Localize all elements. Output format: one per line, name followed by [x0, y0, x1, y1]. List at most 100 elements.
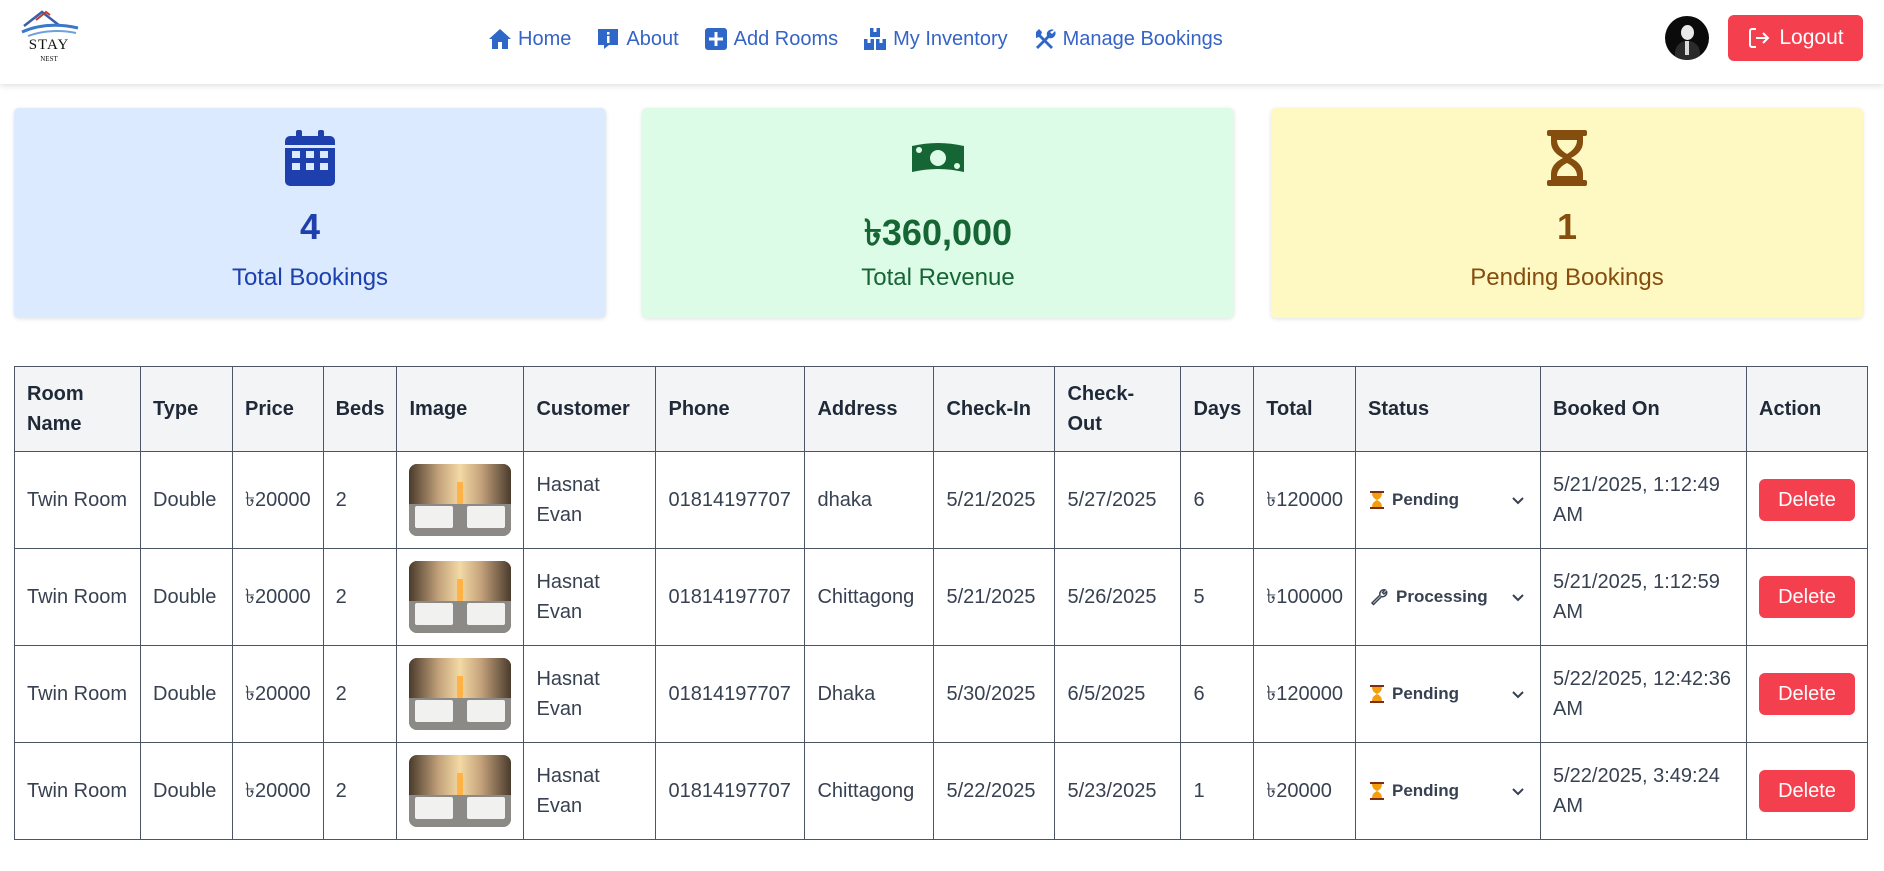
cell-status: Pending	[1355, 645, 1541, 743]
chevron-down-icon	[1512, 497, 1524, 505]
cell-room-name: Twin Room	[14, 548, 141, 646]
total-revenue-card: ৳360,000 Total Revenue	[642, 108, 1234, 318]
status-label: Pending	[1392, 684, 1460, 703]
cell-total: ৳100000	[1253, 548, 1356, 646]
cell-customer: Hasnat Evan	[523, 451, 657, 549]
header-address: Address	[804, 366, 935, 452]
nav-manage-bookings-label: Manage Bookings	[1062, 27, 1223, 50]
status-select[interactable]: Pending	[1368, 679, 1526, 709]
cell-action: Delete	[1746, 645, 1868, 743]
nav-home[interactable]: Home	[488, 27, 571, 51]
cell-room-name: Twin Room	[14, 645, 141, 743]
cell-phone: 01814197707	[655, 742, 806, 840]
pending-bookings-label: Pending Bookings	[1470, 264, 1664, 291]
nav-add-rooms-label: Add Rooms	[733, 27, 839, 50]
status-label: Processing	[1396, 587, 1488, 606]
cell-check-out: 6/5/2025	[1054, 645, 1182, 743]
cell-booked-on: 5/22/2025, 3:49:24 AM	[1540, 742, 1747, 840]
logout-label: Logout	[1779, 26, 1844, 49]
nav-manage-bookings[interactable]: Manage Bookings	[1033, 27, 1223, 51]
header-days: Days	[1180, 366, 1255, 452]
tools-icon	[1035, 29, 1056, 49]
total-bookings-label: Total Bookings	[231, 264, 389, 291]
nav-my-inventory[interactable]: My Inventory	[863, 27, 1008, 51]
header-action: Action	[1746, 366, 1868, 452]
cell-phone: 01814197707	[655, 645, 806, 743]
cell-phone: 01814197707	[655, 548, 806, 646]
cell-check-in: 5/22/2025	[933, 742, 1056, 840]
delete-button[interactable]: Delete	[1759, 673, 1855, 715]
chevron-down-icon	[1512, 691, 1524, 699]
status-label: Pending	[1392, 490, 1460, 509]
cell-status: Processing	[1355, 548, 1541, 646]
cell-total: ৳20000	[1253, 742, 1356, 840]
status-select[interactable]: Pending	[1368, 485, 1526, 515]
cell-price: ৳20000	[232, 742, 324, 840]
nav-about[interactable]: About	[596, 27, 679, 51]
delete-button[interactable]: Delete	[1759, 479, 1855, 521]
header-total: Total	[1253, 366, 1356, 452]
cell-days: 6	[1180, 451, 1255, 549]
stay-nest-logo[interactable]: STAY NEST	[14, 6, 84, 68]
nav-links: Home About Add Rooms My Inventory Manage…	[488, 24, 1223, 54]
logo-subtext: NEST	[40, 55, 58, 63]
cell-price: ৳20000	[232, 451, 324, 549]
cell-address: dhaka	[804, 451, 935, 549]
status-select[interactable]: Pending	[1368, 776, 1526, 806]
header-price: Price	[232, 366, 324, 452]
pending-bookings-value: 1	[1556, 206, 1578, 247]
cell-image	[396, 645, 525, 743]
header-phone: Phone	[655, 366, 806, 452]
home-icon	[489, 29, 511, 49]
header-image: Image	[396, 366, 525, 452]
status-select[interactable]: Processing	[1368, 582, 1526, 612]
pending-bookings-card: 1 Pending Bookings	[1271, 108, 1863, 318]
header-type: Type	[140, 366, 233, 452]
table-header-row: Room Name Type Price Beds Image Customer…	[14, 366, 1868, 452]
table-row: Twin Room Double ৳20000 2 Hasnat Evan 01…	[14, 742, 1868, 840]
table-row: Twin Room Double ৳20000 2 Hasnat Evan 01…	[14, 645, 1868, 743]
header-room-name: Room Name	[14, 366, 141, 452]
header-booked-on: Booked On	[1540, 366, 1747, 452]
user-avatar[interactable]	[1665, 16, 1709, 60]
cell-beds: 2	[322, 645, 398, 743]
delete-button[interactable]: Delete	[1759, 576, 1855, 618]
total-revenue-label: Total Revenue	[861, 264, 1015, 291]
money-icon	[642, 130, 1234, 186]
nav-add-rooms[interactable]: Add Rooms	[704, 27, 839, 51]
cell-total: ৳120000	[1253, 451, 1356, 549]
cell-room-name: Twin Room	[14, 742, 141, 840]
cell-customer: Hasnat Evan	[523, 742, 657, 840]
cell-days: 5	[1180, 548, 1255, 646]
cell-customer: Hasnat Evan	[523, 548, 657, 646]
logout-icon	[1749, 28, 1770, 48]
chevron-down-icon	[1512, 788, 1524, 796]
room-image	[409, 755, 512, 827]
cell-beds: 2	[322, 451, 398, 549]
table-row: Twin Room Double ৳20000 2 Hasnat Evan 01…	[14, 451, 1868, 549]
cell-check-out: 5/23/2025	[1054, 742, 1182, 840]
header-check-in: Check-In	[933, 366, 1056, 452]
hourglass-icon	[1271, 130, 1863, 186]
calendar-icon	[14, 130, 606, 186]
cell-beds: 2	[322, 742, 398, 840]
cell-days: 6	[1180, 645, 1255, 743]
cell-days: 1	[1180, 742, 1255, 840]
cell-address: Chittagong	[804, 742, 935, 840]
cell-beds: 2	[322, 548, 398, 646]
cell-booked-on: 5/21/2025, 1:12:49 AM	[1540, 451, 1747, 549]
hourglass-icon	[1370, 491, 1384, 509]
delete-button[interactable]: Delete	[1759, 770, 1855, 812]
cell-action: Delete	[1746, 548, 1868, 646]
cell-price: ৳20000	[232, 548, 324, 646]
cell-booked-on: 5/22/2025, 12:42:36 AM	[1540, 645, 1747, 743]
hourglass-icon	[1370, 685, 1384, 703]
bookings-table: Room Name Type Price Beds Image Customer…	[14, 366, 1868, 840]
logout-button[interactable]: Logout	[1728, 15, 1863, 61]
hourglass-icon	[1370, 782, 1384, 800]
cell-total: ৳120000	[1253, 645, 1356, 743]
total-bookings-card: 4 Total Bookings	[14, 108, 606, 318]
navbar: STAY NEST Home About Add Rooms My Invent…	[0, 0, 1884, 84]
wrench-icon	[1370, 589, 1388, 606]
chevron-down-icon	[1512, 594, 1524, 602]
